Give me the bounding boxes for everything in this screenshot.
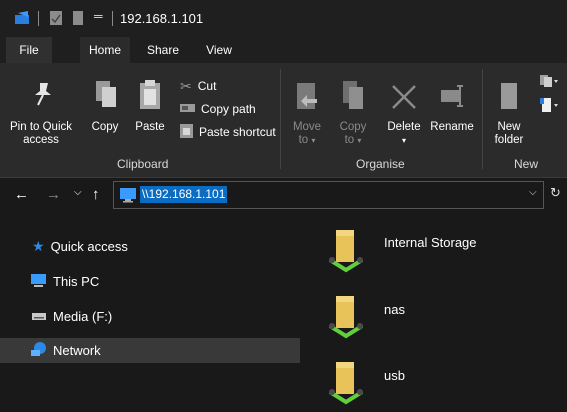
copy-to-button[interactable]: Copy to ▾ <box>332 69 374 153</box>
back-arrow-icon[interactable]: ← <box>14 186 29 203</box>
shared-folder-icon <box>326 292 366 343</box>
cut-button[interactable]: ✂ Cut <box>180 76 216 96</box>
new-folder-label-line2: folder <box>494 134 524 146</box>
address-dropdown-icon[interactable]: ⌵ <box>529 187 537 198</box>
nav-item-quick-access[interactable]: ★ Quick access <box>0 234 300 259</box>
newfolder-qa-icon[interactable] <box>72 10 84 29</box>
tab-home[interactable]: Home <box>80 37 130 63</box>
pin-label-line1: Pin to Quick <box>10 121 72 133</box>
cut-label: Cut <box>197 79 217 93</box>
copy-path-label: Copy path <box>201 102 256 116</box>
group-label-organise: Organise <box>356 157 405 171</box>
copy-label: Copy <box>91 121 119 133</box>
pin-quick-access-button[interactable]: Pin to Quick access <box>2 69 80 153</box>
shared-folder-icon <box>326 358 366 409</box>
window-title: 192.168.1.101 <box>120 11 204 26</box>
copy-to-label-line2: to <box>344 134 355 146</box>
delete-label: Delete <box>387 121 421 133</box>
navigation-pane: ★ Quick access This PC Media (F:) Networ… <box>0 214 306 412</box>
title-bar: ═ 192.168.1.101 <box>0 0 567 37</box>
copy-path-button[interactable]: Copy path <box>180 99 256 119</box>
qa-dropdown-icon[interactable]: ═ <box>94 9 103 23</box>
list-item[interactable]: nas <box>326 292 556 342</box>
group-label-clipboard: Clipboard <box>117 157 169 171</box>
rename-icon <box>440 83 466 112</box>
new-folder-icon <box>498 81 520 114</box>
new-folder-label-line1: New <box>497 121 521 133</box>
address-input[interactable]: \\192.168.1.101 <box>113 181 544 209</box>
nav-item-label: Media (F:) <box>53 309 113 324</box>
explorer-app-icon[interactable] <box>14 9 32 30</box>
network-computer-icon <box>119 187 137 206</box>
rename-label: Rename <box>430 121 474 133</box>
pin-icon <box>32 81 54 110</box>
item-name: Internal Storage <box>384 235 477 250</box>
recent-locations-chevron-icon[interactable]: ⌵ <box>74 187 82 198</box>
refresh-icon[interactable]: ↻ <box>550 185 561 201</box>
nav-item-media-f[interactable]: Media (F:) <box>0 304 300 329</box>
list-item[interactable]: usb <box>326 358 556 408</box>
chevron-down-icon: ▾ <box>401 136 406 145</box>
list-item[interactable]: Internal Storage <box>326 226 556 276</box>
tab-share[interactable]: Share <box>138 37 188 63</box>
move-label-line2: to <box>298 134 309 146</box>
paste-button[interactable]: Paste <box>130 69 170 153</box>
forward-arrow-icon[interactable]: → <box>46 186 61 203</box>
shared-folder-icon <box>326 226 366 277</box>
copy-icon <box>94 79 118 112</box>
chevron-down-icon: ▾ <box>311 136 316 145</box>
move-to-button[interactable]: Move to ▾ <box>286 69 328 153</box>
nav-item-this-pc[interactable]: This PC <box>0 269 300 294</box>
star-icon: ★ <box>32 238 45 254</box>
new-folder-button[interactable]: New folder <box>486 69 532 153</box>
scissors-icon: ✂ <box>180 77 192 94</box>
pin-label-line2: access <box>23 134 59 146</box>
ribbon-separator <box>482 69 483 169</box>
ribbon-tabs: File Home Share View <box>0 37 567 63</box>
item-name: usb <box>384 368 405 383</box>
nav-item-network[interactable]: Network <box>0 338 300 363</box>
nav-item-label: Quick access <box>50 239 128 254</box>
tab-view[interactable]: View <box>196 37 242 63</box>
item-name: nas <box>384 302 405 317</box>
drive-icon <box>31 310 47 324</box>
move-label-line1: Move <box>292 121 322 133</box>
copy-to-label-line1: Copy <box>339 121 367 133</box>
address-path-text[interactable]: \\192.168.1.101 <box>140 186 228 203</box>
nav-item-label: This PC <box>53 274 100 289</box>
paste-shortcut-button[interactable]: Paste shortcut <box>180 122 276 142</box>
paste-shortcut-label: Paste shortcut <box>199 125 276 139</box>
pc-icon <box>30 273 47 291</box>
chevron-down-icon: ▾ <box>357 136 362 145</box>
paste-label: Paste <box>135 121 165 133</box>
properties-qa-icon[interactable] <box>49 10 63 29</box>
new-item-icon[interactable] <box>538 73 558 92</box>
move-to-icon <box>295 81 319 114</box>
paste-shortcut-icon <box>180 123 193 141</box>
delete-x-icon <box>390 83 418 114</box>
tab-file[interactable]: File <box>6 37 52 63</box>
copy-path-icon <box>180 102 195 116</box>
delete-button[interactable]: Delete ▾ <box>382 69 426 153</box>
network-icon <box>30 341 47 360</box>
copy-to-icon <box>341 79 365 114</box>
copy-button[interactable]: Copy <box>86 69 124 153</box>
easy-access-icon[interactable] <box>538 97 558 116</box>
up-arrow-icon[interactable]: ↑ <box>92 186 100 203</box>
ribbon-separator <box>280 69 281 169</box>
group-label-new: New <box>514 157 539 171</box>
ribbon-home: Pin to Quick access Copy Paste ✂ Cut Cop… <box>0 63 567 178</box>
rename-button[interactable]: Rename <box>428 69 476 153</box>
paste-icon <box>138 79 162 114</box>
nav-item-label: Network <box>53 343 101 358</box>
